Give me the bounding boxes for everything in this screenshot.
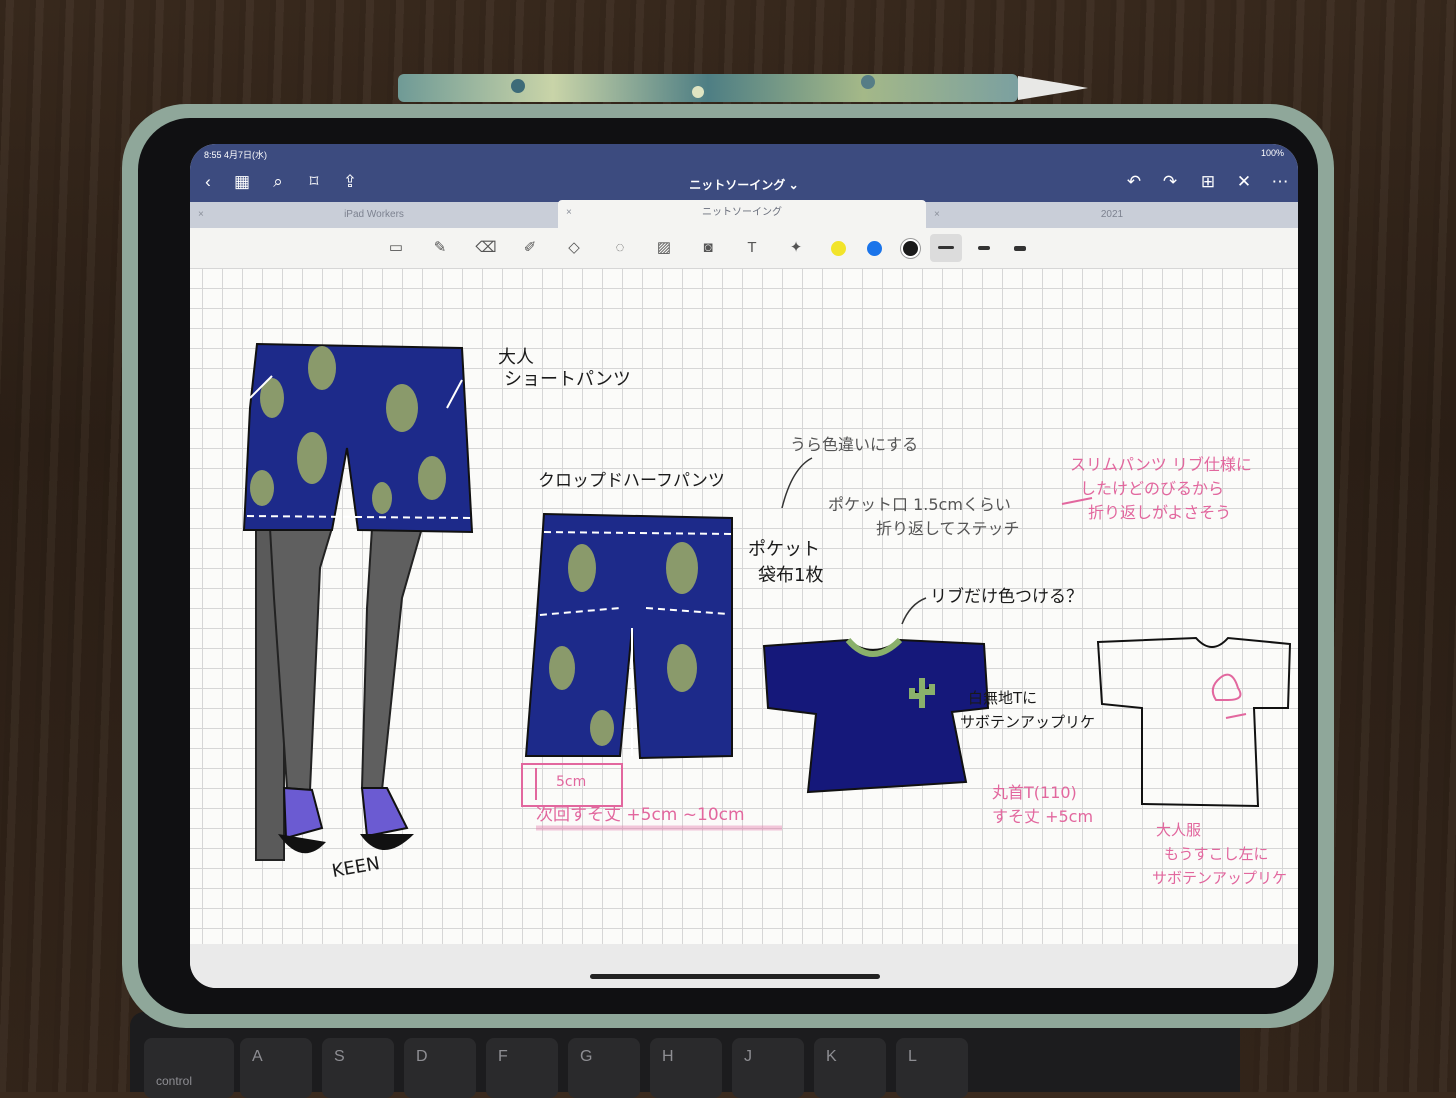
redo-icon[interactable]: ↷ (1158, 170, 1182, 194)
read-mode-icon[interactable]: ▭ (384, 236, 408, 260)
tab-close-icon[interactable]: × (934, 202, 940, 228)
tab-knit-sewing[interactable]: × ニットソーイング (558, 200, 926, 228)
ipad-screen: 8:55 4月7日(水) 100% ‹ ▦ ⌕ ⌑ ⇪ ニットソーイング ⌄ ↶… (190, 144, 1298, 988)
key-s[interactable]: S (322, 1038, 394, 1098)
note-urara-color: うら色違いにする (790, 435, 919, 454)
shape-icon[interactable]: ◇ (562, 236, 586, 260)
note-pocket-fold-1: ポケット口 1.5cmくらい (828, 495, 1011, 514)
status-time: 8:55 4月7日(水) (204, 150, 268, 160)
note-pocket: ポケット (748, 539, 820, 560)
tab-close-icon[interactable]: × (566, 200, 572, 226)
nav-bar: ‹ ▦ ⌕ ⌑ ⇪ ニットソーイング ⌄ ↶ ↷ ⊞ ✕ ⋯ (190, 164, 1298, 202)
home-indicator (590, 974, 880, 979)
drawing-toolbar: ▭ ✎ ⌫ ✐ ◇ ◌ ▨ ◙ T ✦ (190, 228, 1298, 269)
highlighter-icon[interactable]: ✐ (518, 236, 542, 260)
sketch-drawings (242, 342, 1292, 861)
note-adult-clothes-3: サボテンアップリケ (1152, 869, 1288, 887)
lasso-icon[interactable]: ◌ (608, 236, 632, 260)
color-swatch-black[interactable] (903, 241, 918, 256)
stroke-width-medium[interactable] (978, 246, 990, 250)
eraser-icon[interactable]: ⌫ (474, 236, 498, 260)
navy-tshirt-drawing (762, 637, 990, 794)
tab-bar: × iPad Workers × ニットソーイング × 2021 (190, 200, 1298, 228)
note-adult-clothes-1: 大人服 (1156, 821, 1202, 839)
key-l[interactable]: L (896, 1038, 968, 1098)
battery-indicator: 100% (1260, 148, 1284, 158)
note-adult-label: 大人 (498, 347, 534, 368)
note-marukubi-1: 丸首T(110) (992, 783, 1077, 802)
adult-shorts-drawing (242, 342, 474, 861)
outline-tshirt-drawing (1096, 636, 1292, 808)
key-g[interactable]: G (568, 1038, 640, 1098)
note-cropped-half-pants: クロップドハーフパンツ (538, 471, 725, 491)
stroke-width-thin[interactable] (938, 246, 954, 249)
stroke-width-thick[interactable] (1014, 246, 1026, 251)
note-five-cm: 5cm (556, 774, 587, 790)
key-d[interactable]: D (404, 1038, 476, 1098)
note-slim-pants-2: したけどのびるから (1080, 479, 1225, 498)
note-pocket-fold-2: 折り返してステッチ (876, 519, 1020, 538)
more-icon[interactable]: ⋯ (1268, 170, 1292, 194)
apple-pencil (398, 74, 1088, 102)
note-slim-pants-1: スリムパンツ リブ仕様に (1070, 455, 1252, 474)
note-pocket-cloth: 袋布1枚 (758, 565, 824, 586)
note-adult-clothes-2: もうすこし左に (1164, 845, 1269, 863)
pen-icon[interactable]: ✎ (428, 236, 452, 260)
note-white-tshirt-1: 白無地Tに (968, 689, 1038, 707)
note-adult-shorts: ショートパンツ (504, 369, 631, 390)
tab-close-icon[interactable]: × (198, 202, 204, 228)
key-h[interactable]: H (650, 1038, 722, 1098)
key-control[interactable]: control (144, 1038, 234, 1098)
text-icon[interactable]: T (740, 236, 764, 260)
undo-icon[interactable]: ↶ (1122, 170, 1146, 194)
key-j[interactable]: J (732, 1038, 804, 1098)
status-bar: 8:55 4月7日(水) 100% (190, 144, 1298, 164)
key-a[interactable]: A (240, 1038, 312, 1098)
page-footer-area (190, 944, 1298, 988)
note-slim-pants-3: 折り返しがよさそう (1088, 503, 1232, 522)
image-icon[interactable]: ▨ (652, 236, 676, 260)
close-icon[interactable]: ✕ (1232, 170, 1256, 194)
tab-ipad-workers[interactable]: × iPad Workers (190, 202, 558, 228)
note-rib-color: リブだけ色つける？ (930, 587, 1083, 607)
laser-pointer-icon[interactable]: ✦ (784, 236, 808, 260)
key-k[interactable]: K (814, 1038, 886, 1098)
camera-icon[interactable]: ◙ (696, 236, 720, 260)
key-f[interactable]: F (486, 1038, 558, 1098)
note-marukubi-2: すそ丈 +5cm (992, 807, 1094, 826)
add-page-icon[interactable]: ⊞ (1196, 170, 1220, 194)
notebook-page[interactable]: 大人 ショートパンツ クロップドハーフパンツ うら色違いにする ポケット 袋布1… (190, 268, 1298, 944)
note-next-time-hem: 次回すそ丈 +5cm ~10cm (536, 805, 745, 825)
color-swatch-blue[interactable] (867, 241, 882, 256)
color-swatch-yellow[interactable] (831, 241, 846, 256)
tab-2021[interactable]: × 2021 (926, 202, 1298, 228)
note-white-tshirt-2: サボテンアップリケ (960, 713, 1096, 731)
